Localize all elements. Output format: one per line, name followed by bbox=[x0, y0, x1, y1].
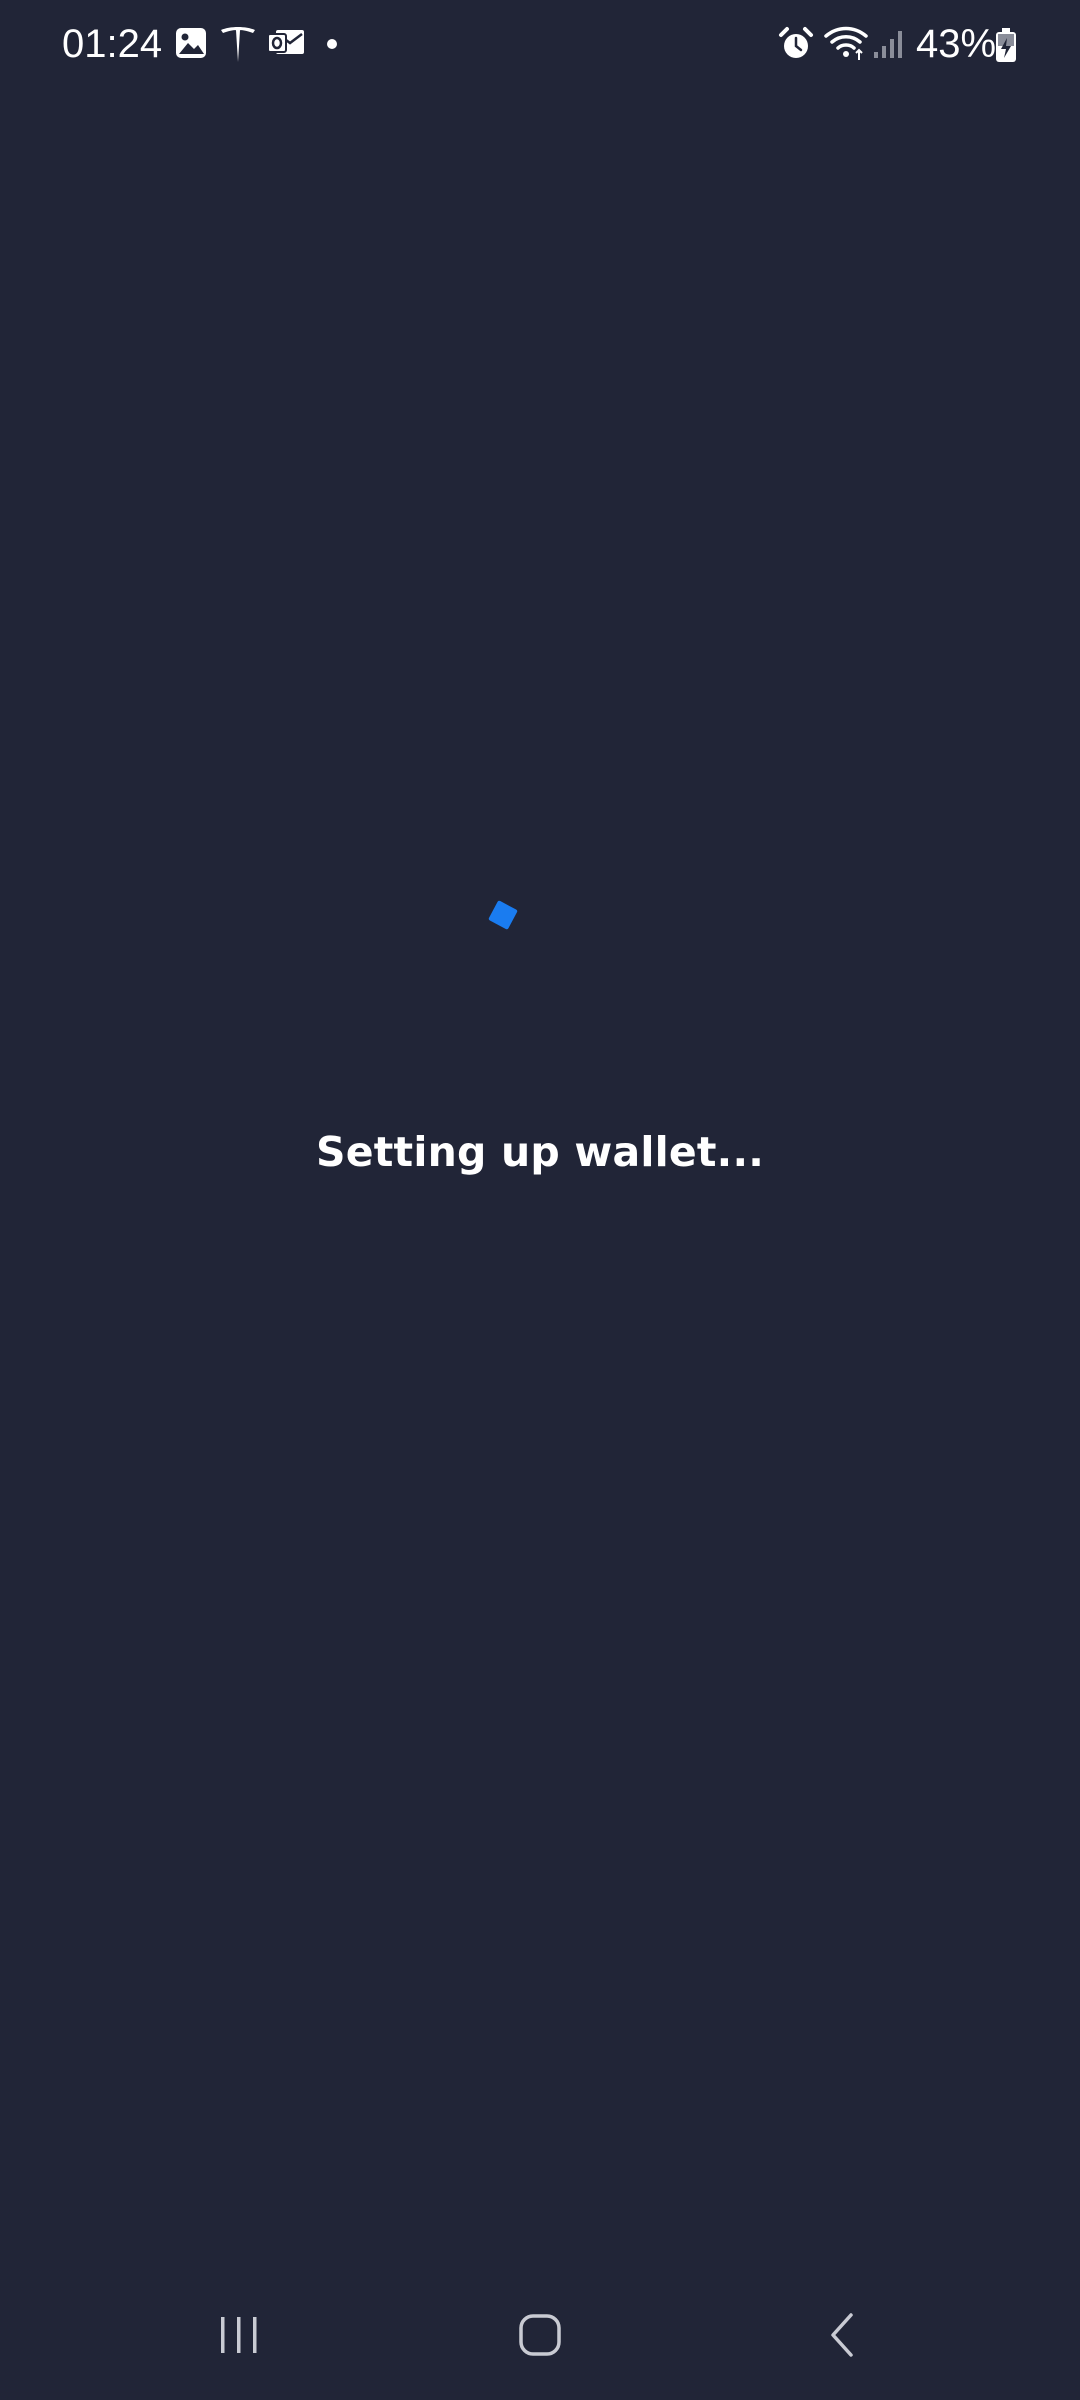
navigation-bar bbox=[0, 2270, 1080, 2400]
recent-apps-button[interactable] bbox=[179, 2290, 299, 2380]
loading-text: Setting up wallet... bbox=[316, 1128, 764, 1176]
loading-spinner bbox=[488, 900, 518, 930]
battery-charging-icon bbox=[996, 28, 1016, 62]
wallet-setup-screen: 01:24 43% Setting up wallet... bbox=[0, 0, 1080, 2400]
tesla-icon bbox=[221, 27, 255, 62]
gallery-icon bbox=[176, 28, 206, 58]
home-button[interactable] bbox=[480, 2290, 600, 2380]
signal-icon bbox=[874, 31, 902, 58]
back-button[interactable] bbox=[783, 2290, 903, 2380]
status-time: 01:24 bbox=[62, 22, 163, 66]
alarm-icon bbox=[779, 27, 813, 58]
home-icon bbox=[519, 2314, 561, 2356]
status-bar: 01:24 43% bbox=[0, 0, 1080, 90]
battery-percent: 43% bbox=[916, 22, 997, 66]
recent-apps-icon bbox=[221, 2317, 257, 2353]
wifi-icon bbox=[824, 26, 868, 60]
back-icon bbox=[831, 2313, 853, 2357]
outlook-icon bbox=[267, 30, 304, 54]
dot-icon bbox=[327, 39, 337, 49]
